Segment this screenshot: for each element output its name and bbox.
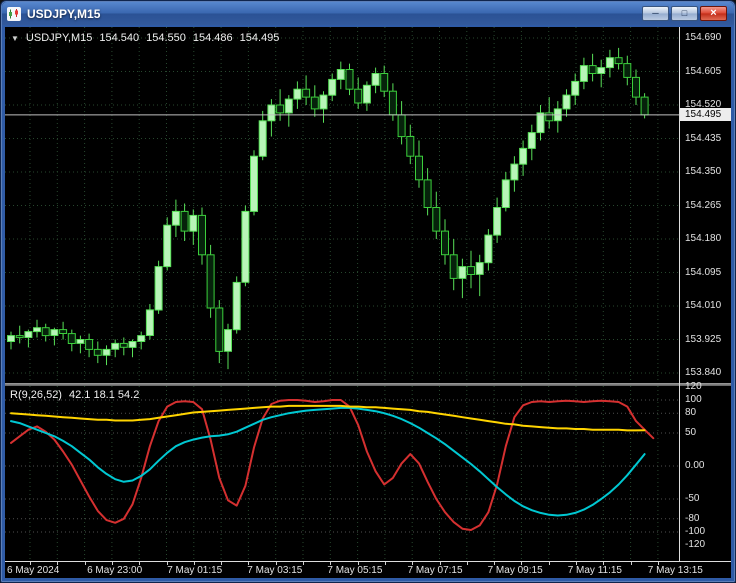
price-tick: 154.095 [685,267,721,278]
quick-trade-arrow-icon[interactable]: ▼ [11,34,19,43]
symbol-label: USDJPY,M15 [26,32,92,44]
indicator-tick: 80 [685,407,696,418]
indicator-lines [11,400,653,530]
high-value: 154.550 [146,32,186,44]
time-tick-mark [549,562,550,565]
time-label: 6 May 23:00 [87,565,142,576]
indicator-header: R(9,26,52) 42.1 18.1 54.2 [10,389,139,401]
indicator-chart[interactable] [5,386,679,561]
indicator-tick: -100 [685,526,705,537]
time-axis[interactable]: 6 May 2024 6 May 23:00 7 May 01:15 7 May 03… [5,562,731,578]
indicator-tick: 100 [685,394,702,405]
time-label: 7 May 09:15 [488,565,543,576]
price-tick: 154.350 [685,166,721,177]
price-tick: 154.265 [685,200,721,211]
time-label: 7 May 03:15 [247,565,302,576]
close-button[interactable]: × [700,6,727,21]
indicator-name: R(9,26,52) [10,389,62,401]
price-tick: 153.840 [685,367,721,378]
price-pane-header: ▼ USDJPY,M15 154.540 154.550 154.486 154… [11,32,279,44]
indicator-tick: -50 [685,493,699,504]
grid [5,27,679,384]
indicator-values: 42.1 18.1 54.2 [69,389,139,401]
minimize-button[interactable]: ─ [642,6,669,21]
indicator-tick: 120 [685,381,702,392]
price-tick: 154.690 [685,32,721,43]
price-tick: 154.010 [685,300,721,311]
candles [8,48,649,369]
chart-icon[interactable] [7,7,21,21]
time-label: 6 May 2024 [7,565,59,576]
restore-button[interactable]: □ [671,6,698,21]
time-label: 7 May 13:15 [648,565,703,576]
price-tick: 154.435 [685,133,721,144]
price-tick: 153.925 [685,334,721,345]
chart-client-area: ▼ USDJPY,M15 154.540 154.550 154.486 154… [5,27,731,578]
time-label: 7 May 01:15 [167,565,222,576]
price-chart[interactable] [5,27,679,384]
time-tick-mark [467,562,468,565]
open-value: 154.540 [99,32,139,44]
window-controls: ─ □ × [642,6,729,21]
price-tick: 154.605 [685,66,721,77]
time-tick-mark [631,562,632,565]
indicator-tick: 0.00 [685,460,704,471]
time-tick-mark [385,562,386,565]
window-title: USDJPY,M15 [27,7,100,21]
low-value: 154.486 [193,32,233,44]
chart-window: USDJPY,M15 ─ □ × ▼ USDJPY,M15 154.540 15… [0,0,736,583]
indicator-tick: -80 [685,513,699,524]
current-price-tag: 154.495 [680,108,731,121]
indicator-tick: -120 [685,539,705,550]
close-value: 154.495 [240,32,280,44]
time-label: 7 May 07:15 [408,565,463,576]
window-titlebar[interactable]: USDJPY,M15 ─ □ × [2,2,734,25]
price-axis[interactable]: 154.495 154.690154.605154.520154.435154.… [680,27,731,561]
time-tick-mark [85,562,86,565]
indicator-tick: 50 [685,427,696,438]
time-label: 7 May 11:15 [568,565,622,576]
time-label: 7 May 05:15 [327,565,382,576]
time-tick-mark [303,562,304,565]
price-tick: 154.180 [685,233,721,244]
